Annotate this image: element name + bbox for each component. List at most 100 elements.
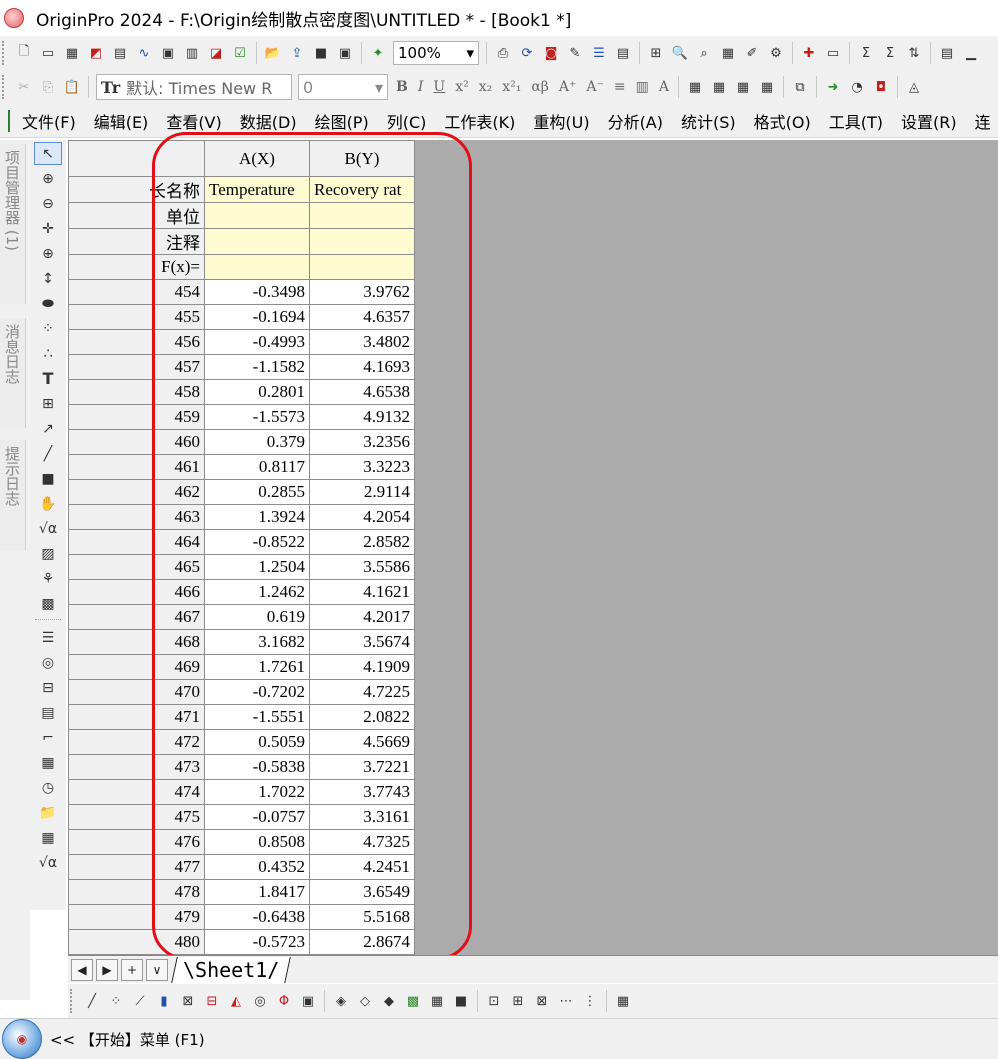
font-size-select[interactable]: 0 ▾ <box>298 74 388 100</box>
data-cell-a[interactable]: 0.2801 <box>204 379 310 405</box>
line-plot-icon[interactable]: ╱ <box>82 991 102 1011</box>
row-number[interactable]: 465 <box>68 554 205 580</box>
row-number[interactable]: 455 <box>68 304 205 330</box>
region-tool-icon[interactable]: ⬬ <box>34 292 62 315</box>
find-replace-icon[interactable]: ⌕ <box>694 43 714 63</box>
folder-icon[interactable]: 📁 <box>34 801 62 824</box>
select-all-corner[interactable] <box>68 140 205 177</box>
column-header-a[interactable]: A(X) <box>204 140 310 177</box>
data-cell-a[interactable]: 0.8508 <box>204 829 310 855</box>
menu-plot[interactable]: 绘图(P) <box>315 109 369 133</box>
check-icon[interactable]: ☑ <box>230 43 250 63</box>
sort-icon[interactable]: ⇅ <box>904 43 924 63</box>
font-name-select[interactable]: Tr 默认: Times New R <box>96 74 292 100</box>
toolbar-grip[interactable] <box>70 989 76 1013</box>
add-graph-icon[interactable]: ⚘ <box>34 567 62 590</box>
data-cell-a[interactable]: 1.7022 <box>204 779 310 805</box>
pointer-tool-icon[interactable]: ↖ <box>34 142 62 165</box>
stats-plot-icon[interactable]: ⊠ <box>178 991 198 1011</box>
contour-plot-icon[interactable]: ▩ <box>403 991 423 1011</box>
mask-tool-icon[interactable]: ⁘ <box>34 317 62 340</box>
copy-icon[interactable]: ⎘ <box>38 77 58 97</box>
decrease-font-button[interactable]: A⁻ <box>586 79 604 95</box>
data-cell-a[interactable]: -0.8522 <box>204 529 310 555</box>
data-cell-b[interactable]: 2.0822 <box>309 704 415 730</box>
sparkline-icon[interactable]: ▁ <box>961 43 981 63</box>
data-cell-b[interactable]: 4.6538 <box>309 379 415 405</box>
font-color-icon[interactable]: A <box>659 79 669 95</box>
bold-button[interactable]: B <box>396 79 408 95</box>
data-cell-a[interactable]: -0.5723 <box>204 929 310 955</box>
data-cell-b[interactable]: 4.5669 <box>309 729 415 755</box>
multi-panel-icon[interactable]: ⊞ <box>508 991 528 1011</box>
menu-tools[interactable]: 工具(T) <box>829 109 883 133</box>
arrange-layers-icon[interactable]: ⋮ <box>580 991 600 1011</box>
next-sheet-button[interactable]: ▶ <box>96 958 118 981</box>
data-cell-a[interactable]: 1.2504 <box>204 554 310 580</box>
data-cell-a[interactable]: -0.3498 <box>204 279 310 305</box>
data-cell-a[interactable]: -0.7202 <box>204 679 310 705</box>
stack-icon[interactable]: ▩ <box>34 592 62 615</box>
meta-cell[interactable] <box>204 254 310 280</box>
row-number[interactable]: 479 <box>68 904 205 930</box>
table-tool-icon[interactable]: ▤ <box>34 701 62 724</box>
meta-row-label[interactable]: 单位 <box>68 202 205 229</box>
meta-row-label[interactable]: 长名称 <box>68 176 205 203</box>
row-number[interactable]: 464 <box>68 529 205 555</box>
hint-log-tab[interactable]: 提示日志 <box>0 440 26 550</box>
data-cell-b[interactable]: 3.4802 <box>309 329 415 355</box>
data-cell-a[interactable]: -1.5573 <box>204 404 310 430</box>
row-number[interactable]: 467 <box>68 604 205 630</box>
import-wizard-icon[interactable]: ✦ <box>368 43 388 63</box>
menu-view[interactable]: 查看(V) <box>166 109 221 133</box>
toolbar-grip[interactable] <box>2 75 8 99</box>
layer-management-icon[interactable]: ▦ <box>613 991 633 1011</box>
row-number[interactable]: 463 <box>68 504 205 530</box>
data-cell-a[interactable]: 0.379 <box>204 429 310 455</box>
rectangle-tool-icon[interactable]: ■ <box>34 467 62 490</box>
meta-cell[interactable] <box>204 228 310 255</box>
zoom-out-tool-icon[interactable]: ⊖ <box>34 192 62 215</box>
paste-icon[interactable]: 📋 <box>62 77 82 97</box>
menu-column[interactable]: 列(C) <box>387 109 427 133</box>
data-cell-a[interactable]: 0.2855 <box>204 479 310 505</box>
row-number[interactable]: 459 <box>68 404 205 430</box>
data-cell-b[interactable]: 4.1621 <box>309 579 415 605</box>
data-cell-a[interactable]: -0.0757 <box>204 804 310 830</box>
data-cell-b[interactable]: 3.9762 <box>309 279 415 305</box>
data-cell-b[interactable]: 4.7325 <box>309 829 415 855</box>
row-number[interactable]: 472 <box>68 729 205 755</box>
meta-cell[interactable] <box>309 228 415 255</box>
duplicate-icon[interactable]: ⧉ <box>790 77 810 97</box>
column-values-icon[interactable]: ▤ <box>937 43 957 63</box>
row-number[interactable]: 462 <box>68 479 205 505</box>
new-project-icon[interactable]: 🗋 <box>14 43 34 63</box>
split-cells-icon[interactable]: ▦ <box>709 77 729 97</box>
data-cell-b[interactable]: 3.5586 <box>309 554 415 580</box>
sheet-tab-sheet1[interactable]: \Sheet1/ <box>171 956 292 983</box>
data-cell-a[interactable]: -0.5838 <box>204 754 310 780</box>
move-right-icon[interactable]: ➜ <box>823 77 843 97</box>
matrix-icon[interactable]: ▦ <box>34 826 62 849</box>
row-number[interactable]: 477 <box>68 854 205 880</box>
save-template-icon[interactable]: ▣ <box>335 43 355 63</box>
polar-plot-icon[interactable]: ◎ <box>250 991 270 1011</box>
data-cell-a[interactable]: -0.6438 <box>204 904 310 930</box>
sheet-list-button[interactable]: ∨ <box>146 958 168 981</box>
3d-bar-icon[interactable]: ◆ <box>379 991 399 1011</box>
row-number[interactable]: 476 <box>68 829 205 855</box>
subscript-button[interactable]: x₂ <box>479 79 493 95</box>
settings-gear-icon[interactable]: ⚙ <box>766 43 786 63</box>
row-number[interactable]: 470 <box>68 679 205 705</box>
menu-analysis[interactable]: 分析(A) <box>608 109 663 133</box>
line-tool-icon[interactable]: ╱ <box>34 442 62 465</box>
rect-select-icon[interactable]: ⊞ <box>34 392 62 415</box>
data-cell-a[interactable]: 0.619 <box>204 604 310 630</box>
screen-reader-icon[interactable]: ⊕ <box>34 242 62 265</box>
data-cell-b[interactable]: 4.2017 <box>309 604 415 630</box>
row-number[interactable]: 454 <box>68 279 205 305</box>
row-number[interactable]: 457 <box>68 354 205 380</box>
greek-button[interactable]: αβ <box>531 79 549 95</box>
pattern-icon[interactable]: ▥ <box>636 79 649 95</box>
data-cell-a[interactable]: 1.2462 <box>204 579 310 605</box>
